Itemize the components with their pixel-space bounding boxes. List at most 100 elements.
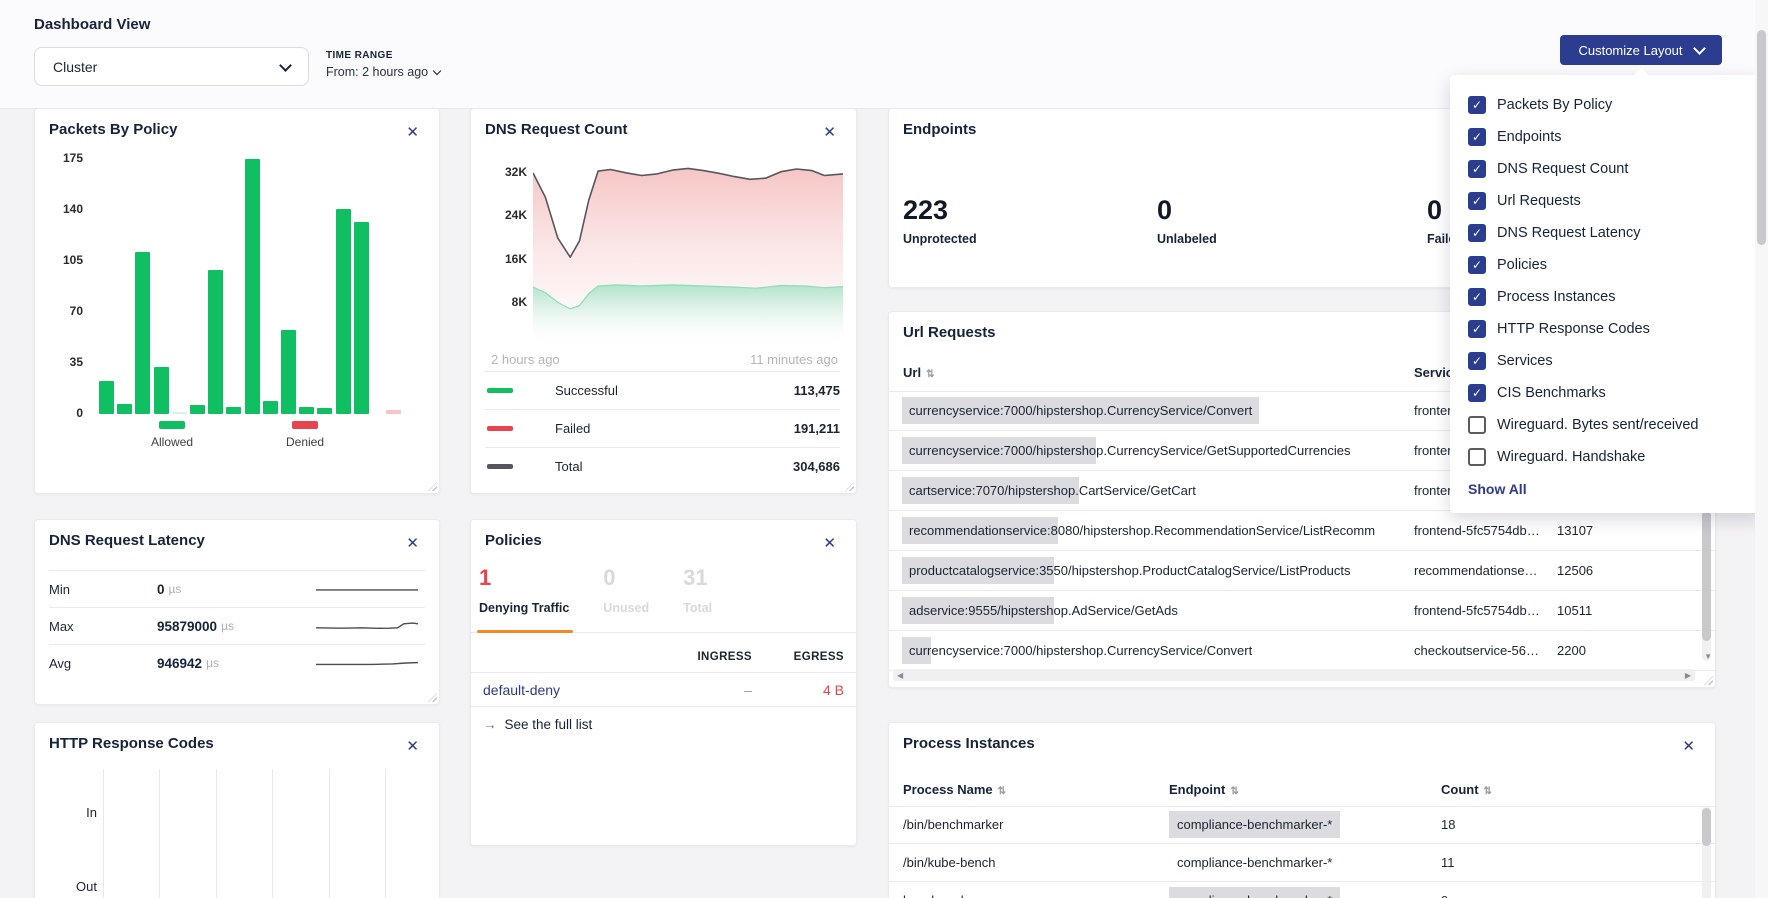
close-icon[interactable]: ✕ [406,125,419,140]
menu-item-endpoints[interactable]: ✓Endpoints [1468,121,1762,153]
close-icon[interactable]: ✕ [823,125,836,140]
y-tick-label: 32K [483,165,527,179]
url-text: encyservice:7000/hipstershop.CurrencySer… [931,637,1252,664]
bar[interactable] [386,410,401,414]
bar[interactable] [208,270,223,414]
url-highlight: cartservice:7070/hipstershop. [902,477,1079,504]
menu-item-process-instances[interactable]: ✓Process Instances [1468,281,1762,313]
column-header-url[interactable]: Url⇅ [903,365,934,380]
checkbox[interactable]: ✓ [1468,160,1486,178]
policy-link[interactable]: default-deny [483,682,660,698]
column-header-count[interactable]: Count⇅ [1441,782,1492,797]
time-range: TIME RANGE From: 2 hours ago [326,50,440,79]
row-label-in: In [53,805,97,820]
policy-tab-unused[interactable]: 0Unused [603,565,649,615]
scrollbar-thumb[interactable] [1757,30,1766,245]
scrollbar-thumb[interactable] [1702,511,1711,641]
endpoint-cell: compliance-benchmarker-* [1169,806,1340,843]
resize-handle-icon[interactable] [428,693,437,702]
view-select[interactable]: Cluster [34,47,309,86]
bar[interactable] [281,330,296,415]
menu-item-policies[interactable]: ✓Policies [1468,249,1762,281]
show-all-link[interactable]: Show All [1468,481,1762,497]
horizontal-scrollbar[interactable]: ◀ ▶ [893,669,1695,681]
table-row[interactable]: adservice:9555/hipstershop.AdService/Get… [889,591,1715,631]
menu-item-cis-benchmarks[interactable]: ✓CIS Benchmarks [1468,377,1762,409]
bar[interactable] [245,159,260,414]
menu-item-wireguard-handshake[interactable]: Wireguard. Handshake [1468,441,1762,473]
checkbox[interactable]: ✓ [1468,256,1486,274]
vertical-scrollbar[interactable] [1702,806,1711,898]
customize-layout-button[interactable]: Customize Layout [1560,35,1722,65]
close-icon[interactable]: ✕ [823,536,836,551]
bar[interactable] [99,381,114,415]
policy-tab-total[interactable]: 31Total [683,565,712,615]
bar[interactable] [317,408,332,414]
table-row[interactable]: currencyservice:7000/hipstershop.Currenc… [889,631,1715,671]
menu-item-url-requests[interactable]: ✓Url Requests [1468,185,1762,217]
bar[interactable] [299,407,314,414]
close-icon[interactable]: ✕ [1682,739,1695,754]
table-row[interactable]: /bin/kube-benchcompliance-benchmarker-*1… [889,844,1715,882]
table-row[interactable]: /bin/benchmarkercompliance-benchmarker-*… [889,806,1715,844]
bar[interactable] [190,405,205,414]
resize-handle-icon[interactable] [845,482,854,491]
checkbox[interactable]: ✓ [1468,96,1486,114]
page-scrollbar[interactable] [1755,0,1768,898]
y-tick-label: 140 [43,202,83,216]
menu-item-dns-request-count[interactable]: ✓DNS Request Count [1468,153,1762,185]
bar[interactable] [336,209,351,414]
bar[interactable] [263,401,278,414]
stat-value: 0 [1157,197,1217,224]
process-name-cell: /bin/kube-bench [903,844,996,881]
policy-tab-denying-traffic[interactable]: 1Denying Traffic [479,565,569,615]
menu-item-dns-request-latency[interactable]: ✓DNS Request Latency [1468,217,1762,249]
table-row[interactable]: recommendationservice:8080/hipstershop.R… [889,511,1715,551]
column-header-process-name[interactable]: Process Name⇅ [903,782,1006,797]
checkbox[interactable]: ✓ [1468,352,1486,370]
menu-item-packets-by-policy[interactable]: ✓Packets By Policy [1468,89,1762,121]
menu-item-services[interactable]: ✓Services [1468,345,1762,377]
bar[interactable] [226,407,241,414]
menu-item-http-response-codes[interactable]: ✓HTTP Response Codes [1468,313,1762,345]
resize-handle-icon[interactable] [1704,676,1713,685]
checkbox[interactable]: ✓ [1468,288,1486,306]
table-row[interactable]: benchmarkercompliance-benchmarker-*9 [889,882,1715,898]
column-header-endpoint[interactable]: Endpoint⇅ [1169,782,1239,797]
tab-label: Denying Traffic [479,601,569,615]
widget-dns-request-count: DNS Request Count ✕ 8K16K24K32K 2 hour [470,108,857,494]
table-row[interactable]: productcatalogservice:3550/hipstershop.P… [889,551,1715,591]
bar[interactable] [172,412,187,414]
time-range-value[interactable]: From: 2 hours ago [326,65,440,79]
menu-item-wireguard-bytes-sent-received[interactable]: Wireguard. Bytes sent/received [1468,409,1762,441]
bar[interactable] [154,367,169,414]
count-cell: 12506 [1557,551,1627,590]
sort-icon[interactable]: ⇅ [998,786,1006,797]
legend-value: 113,475 [794,383,840,398]
checkbox[interactable]: ✓ [1468,384,1486,402]
checkbox[interactable]: ✓ [1468,192,1486,210]
legend-swatch [487,426,513,431]
resize-handle-icon[interactable] [428,482,437,491]
legend-label: Allowed [151,435,193,449]
bar[interactable] [135,252,150,414]
scroll-right-icon[interactable]: ▶ [1685,671,1691,680]
scroll-left-icon[interactable]: ◀ [897,671,903,680]
checkbox[interactable]: ✓ [1468,128,1486,146]
close-icon[interactable]: ✕ [406,739,419,754]
sort-icon[interactable]: ⇅ [926,369,934,380]
scroll-down-icon[interactable]: ▼ [1704,652,1712,661]
sort-icon[interactable]: ⇅ [1230,786,1238,797]
checkbox[interactable] [1468,416,1486,434]
see-full-list-link[interactable]: →See the full list [483,717,592,732]
bar[interactable] [354,222,369,414]
sort-icon[interactable]: ⇅ [1484,786,1492,797]
checkbox[interactable] [1468,448,1486,466]
scrollbar-thumb[interactable] [1702,808,1711,846]
close-icon[interactable]: ✕ [406,536,419,551]
url-cell: currencyservice:7000/hipstershop.Currenc… [902,431,1407,470]
checkbox[interactable]: ✓ [1468,224,1486,242]
checkbox[interactable]: ✓ [1468,320,1486,338]
legend-row: Failed191,211 [485,409,840,447]
bar[interactable] [117,404,132,414]
